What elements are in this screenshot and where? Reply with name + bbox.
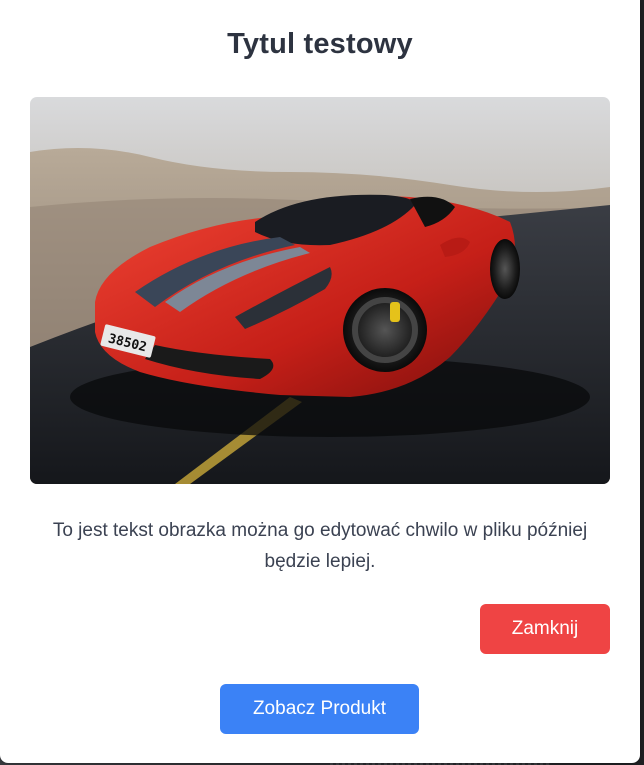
car-photo: 38502 xyxy=(30,97,610,484)
modal-title: Tytul testowy xyxy=(227,28,413,60)
view-product-button[interactable]: Zobacz Produkt xyxy=(220,684,419,734)
modal-dialog: Tytul testowy 38502 To jest tekst obrazk… xyxy=(0,0,640,763)
close-button[interactable]: Zamknij xyxy=(480,604,610,654)
modal-description: To jest tekst obrazka można go edytować … xyxy=(52,520,588,572)
